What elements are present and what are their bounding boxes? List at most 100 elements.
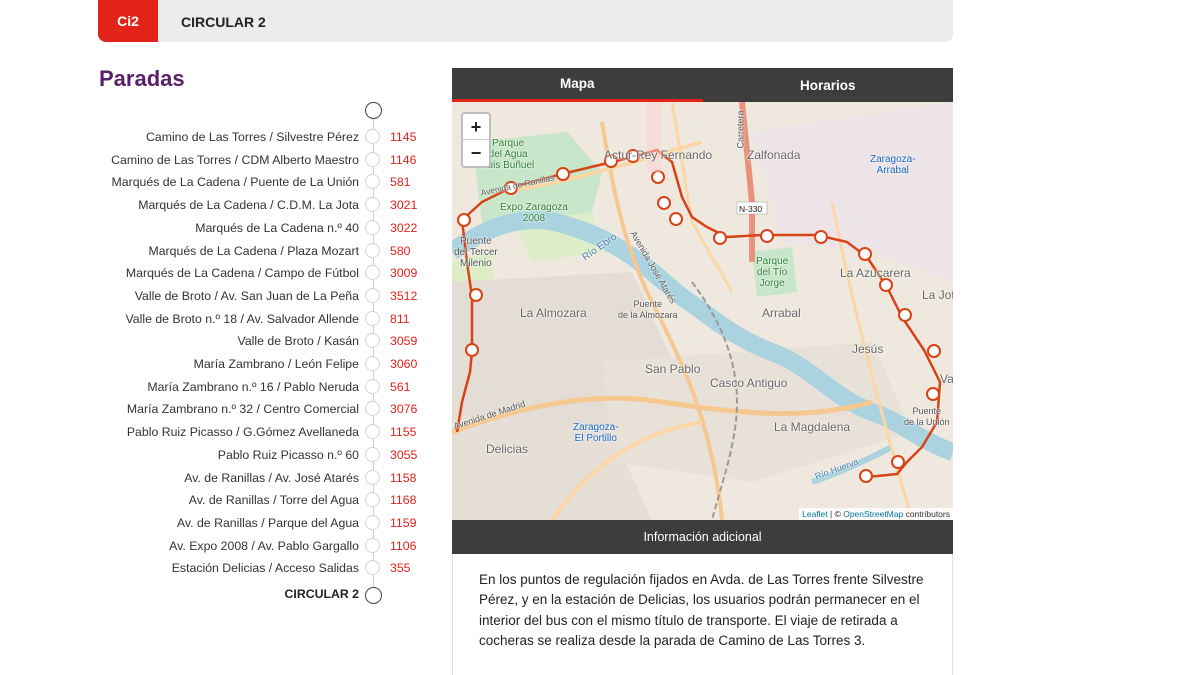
- stop-name[interactable]: Pablo Ruiz Picasso / G.Gómez Avellaneda: [127, 425, 359, 439]
- stop-row[interactable]: Av. de Ranillas / Torre del Agua 1168: [0, 490, 430, 512]
- stop-name[interactable]: Marqués de La Cadena / Plaza Mozart: [148, 244, 359, 258]
- stop-name[interactable]: María Zambrano n.º 32 / Centro Comercial: [127, 402, 359, 416]
- stop-code[interactable]: 3060: [390, 357, 417, 371]
- stop-name[interactable]: María Zambrano / León Felipe: [194, 357, 359, 371]
- stop-dot: [365, 174, 380, 190]
- map-label-la-azucarera: La Azucarera: [840, 266, 911, 280]
- stop-name[interactable]: Valle de Broto / Kasán: [238, 334, 359, 348]
- stop-code[interactable]: 1168: [390, 493, 416, 507]
- stop-name[interactable]: Marqués de La Cadena / Puente de La Unió…: [112, 175, 359, 189]
- stop-row[interactable]: Camino de Las Torres / CDM Alberto Maest…: [0, 150, 430, 172]
- stop-code[interactable]: 811: [390, 312, 410, 326]
- stop-row[interactable]: Valle de Broto / Kasán 3059: [0, 331, 430, 353]
- stop-dot: [365, 219, 380, 235]
- stop-name[interactable]: Valle de Broto n.º 18 / Av. Salvador All…: [125, 312, 359, 326]
- stop-name[interactable]: Av. de Ranillas / Parque del Agua: [177, 516, 359, 530]
- stop-name[interactable]: Camino de Las Torres / Silvestre Pérez: [146, 130, 359, 144]
- stop-dot: [365, 287, 380, 303]
- map-label-la-almozara: La Almozara: [520, 306, 587, 320]
- osm-link[interactable]: OpenStreetMap: [843, 509, 903, 519]
- stop-code[interactable]: 3512: [390, 289, 417, 303]
- attribution-tail: contributors: [903, 509, 950, 519]
- stop-dot: [365, 151, 380, 167]
- stop-row[interactable]: Valle de Broto / Av. San Juan de La Peña…: [0, 286, 430, 308]
- tab-mapa[interactable]: Mapa: [452, 68, 703, 102]
- zoom-control: + −: [461, 112, 491, 168]
- stop-name[interactable]: Valle de Broto / Av. San Juan de La Peña: [135, 289, 359, 303]
- stop-code[interactable]: 3076: [390, 402, 417, 416]
- stop-code[interactable]: 3022: [390, 221, 417, 235]
- stop-code[interactable]: 3055: [390, 448, 417, 462]
- stop-name[interactable]: Av. Expo 2008 / Av. Pablo Gargallo: [169, 539, 359, 553]
- stop-code[interactable]: 1155: [390, 425, 416, 439]
- stop-dot: [365, 537, 380, 553]
- map-label-parque-tio-jorge: Parque del Tío Jorge: [756, 256, 789, 289]
- map-label-zaragoza-portillo: Zaragoza- El Portillo: [573, 422, 619, 444]
- stop-row[interactable]: Av. de Ranillas / Av. José Atarés 1158: [0, 468, 430, 490]
- stop-row[interactable]: Pablo Ruiz Picasso n.º 60 3055: [0, 445, 430, 467]
- map-label-zaragoza-arrabal: Zaragoza- Arrabal: [870, 154, 916, 176]
- stop-code[interactable]: 1106: [390, 539, 416, 553]
- map-label-actur: Actur-Rey Fernando: [604, 148, 713, 162]
- stop-dot: [365, 469, 380, 485]
- stop-row[interactable]: María Zambrano / León Felipe 3060: [0, 354, 430, 376]
- stop-code[interactable]: 3021: [390, 198, 417, 212]
- stop-name[interactable]: Av. de Ranillas / Av. José Atarés: [184, 471, 359, 485]
- stop-name[interactable]: Av. de Ranillas / Torre del Agua: [189, 493, 359, 507]
- stop-code[interactable]: 1159: [390, 516, 416, 530]
- stop-row[interactable]: María Zambrano n.º 16 / Pablo Neruda 561: [0, 377, 430, 399]
- leaflet-link[interactable]: Leaflet: [802, 509, 828, 519]
- stop-code[interactable]: 1145: [390, 130, 416, 144]
- stop-dot: [365, 197, 380, 213]
- stop-code[interactable]: 580: [390, 244, 411, 258]
- stop-code[interactable]: 1158: [390, 471, 416, 485]
- stop-name[interactable]: Pablo Ruiz Picasso n.º 60: [218, 448, 359, 462]
- stop-code[interactable]: 355: [390, 561, 411, 575]
- stop-row[interactable]: María Zambrano n.º 32 / Centro Comercial…: [0, 399, 430, 421]
- route-code-badge[interactable]: Ci2: [98, 0, 158, 42]
- stop-row[interactable]: Valle de Broto n.º 18 / Av. Salvador All…: [0, 309, 430, 331]
- stop-name[interactable]: María Zambrano n.º 16 / Pablo Neruda: [147, 380, 359, 394]
- stop-name[interactable]: Marqués de La Cadena n.º 40: [195, 221, 359, 235]
- map-label-zalfonada: Zalfonada: [747, 148, 801, 162]
- stop-dot: [365, 401, 380, 417]
- stop-row[interactable]: Av. Expo 2008 / Av. Pablo Gargallo 1106: [0, 536, 430, 558]
- stop-code[interactable]: 561: [390, 380, 411, 394]
- stop-row[interactable]: Camino de Las Torres / Silvestre Pérez 11…: [0, 127, 430, 149]
- stop-row[interactable]: Marqués de La Cadena / Puente de La Unió…: [0, 172, 430, 194]
- map-label-vade: Vade: [940, 372, 953, 386]
- map-tabs: Mapa Horarios: [452, 68, 953, 102]
- zoom-in-button[interactable]: +: [463, 114, 489, 140]
- stop-row[interactable]: Marqués de La Cadena n.º 40 3022: [0, 218, 430, 240]
- stop-code[interactable]: 3059: [390, 334, 417, 348]
- route-map[interactable]: Parque del Agua Luis Buñuel Expo Zaragoza 2…: [452, 102, 953, 520]
- stop-name[interactable]: Camino de Las Torres / CDM Alberto Maest…: [111, 153, 359, 167]
- map-attribution: Leaflet | © OpenStreetMap contributors: [799, 508, 953, 520]
- stop-code[interactable]: 581: [390, 175, 411, 189]
- stop-name[interactable]: Marqués de La Cadena / Campo de Fútbol: [126, 266, 359, 280]
- stop-name[interactable]: Estación Delicias / Acceso Salidas: [172, 561, 359, 575]
- map-label-n330: N-330: [739, 204, 763, 214]
- map-label-jesus: Jesús: [852, 342, 884, 356]
- tab-horarios[interactable]: Horarios: [703, 68, 954, 102]
- stop-row[interactable]: Pablo Ruiz Picasso / G.Gómez Avellaneda 1…: [0, 422, 430, 444]
- stop-dot: [365, 129, 380, 144]
- zoom-out-button[interactable]: −: [463, 140, 489, 166]
- route-header: Ci2 CIRCULAR 2: [98, 0, 953, 42]
- map-label-arrabal: Arrabal: [762, 306, 801, 320]
- stop-dot: [365, 492, 380, 508]
- stop-row[interactable]: Marqués de La Cadena / Campo de Fútbol 30…: [0, 263, 430, 285]
- stop-row[interactable]: Av. de Ranillas / Parque del Agua 1159: [0, 513, 430, 535]
- stop-code[interactable]: 3009: [390, 266, 417, 280]
- stop-dot: [365, 514, 380, 530]
- stop-row[interactable]: Marqués de La Cadena / C.D.M. La Jota 302…: [0, 195, 430, 217]
- map-label-puente-union: Puente de la Unión: [904, 406, 950, 427]
- map-label-la-magdalena: La Magdalena: [774, 420, 851, 434]
- stop-name[interactable]: Marqués de La Cadena / C.D.M. La Jota: [138, 198, 359, 212]
- stop-code[interactable]: 1146: [390, 153, 416, 167]
- stop-row[interactable]: Estación Delicias / Acceso Salidas 355: [0, 558, 430, 580]
- stop-row[interactable]: Marqués de La Cadena / Plaza Mozart 580: [0, 241, 430, 263]
- stop-dot: [365, 242, 380, 258]
- stop-dot: [365, 446, 380, 462]
- map-label-expo: Expo Zaragoza 2008: [500, 202, 568, 224]
